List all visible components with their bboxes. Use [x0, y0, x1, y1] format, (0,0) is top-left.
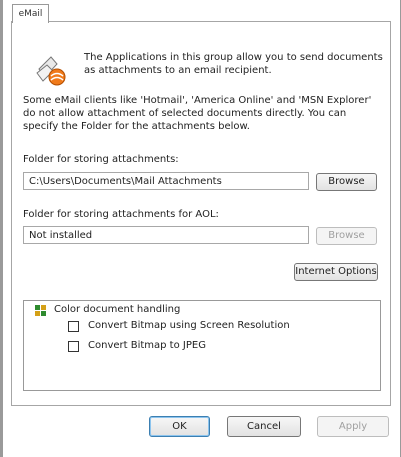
email-application-icon	[36, 56, 66, 86]
internet-options-button[interactable]: Internet Options	[294, 263, 378, 281]
convert-bitmap-jpeg-checkbox[interactable]	[68, 341, 79, 352]
convert-bitmap-screen-checkbox[interactable]	[68, 321, 79, 332]
attachments-folder-label: Folder for storing attachments:	[23, 154, 179, 165]
attachments-browse-button[interactable]: Browse	[316, 173, 377, 191]
info-text: Some eMail clients like 'Hotmail', 'Amer…	[23, 95, 372, 132]
attachments-folder-field[interactable]: C:\Users\Documents\Mail Attachments	[23, 172, 309, 190]
color-handling-label: Color document handling	[54, 304, 181, 315]
aol-folder-label: Folder for storing attachments for AOL:	[23, 209, 219, 220]
convert-bitmap-jpeg-label: Convert Bitmap to JPEG	[88, 340, 206, 351]
apply-button[interactable]: Apply	[317, 416, 389, 437]
convert-bitmap-screen-label: Convert Bitmap using Screen Resolution	[88, 320, 290, 331]
tab-email[interactable]: eMail	[12, 4, 49, 23]
aol-folder-field[interactable]: Not installed	[23, 226, 309, 244]
intro-text: The Applications in this group allow you…	[84, 52, 383, 76]
ok-button[interactable]: OK	[149, 416, 210, 437]
aol-browse-button[interactable]: Browse	[316, 227, 377, 245]
email-settings-dialog: eMail The Applications in this group all…	[0, 0, 401, 457]
cancel-button[interactable]: Cancel	[227, 416, 301, 437]
color-document-icon	[35, 305, 46, 316]
